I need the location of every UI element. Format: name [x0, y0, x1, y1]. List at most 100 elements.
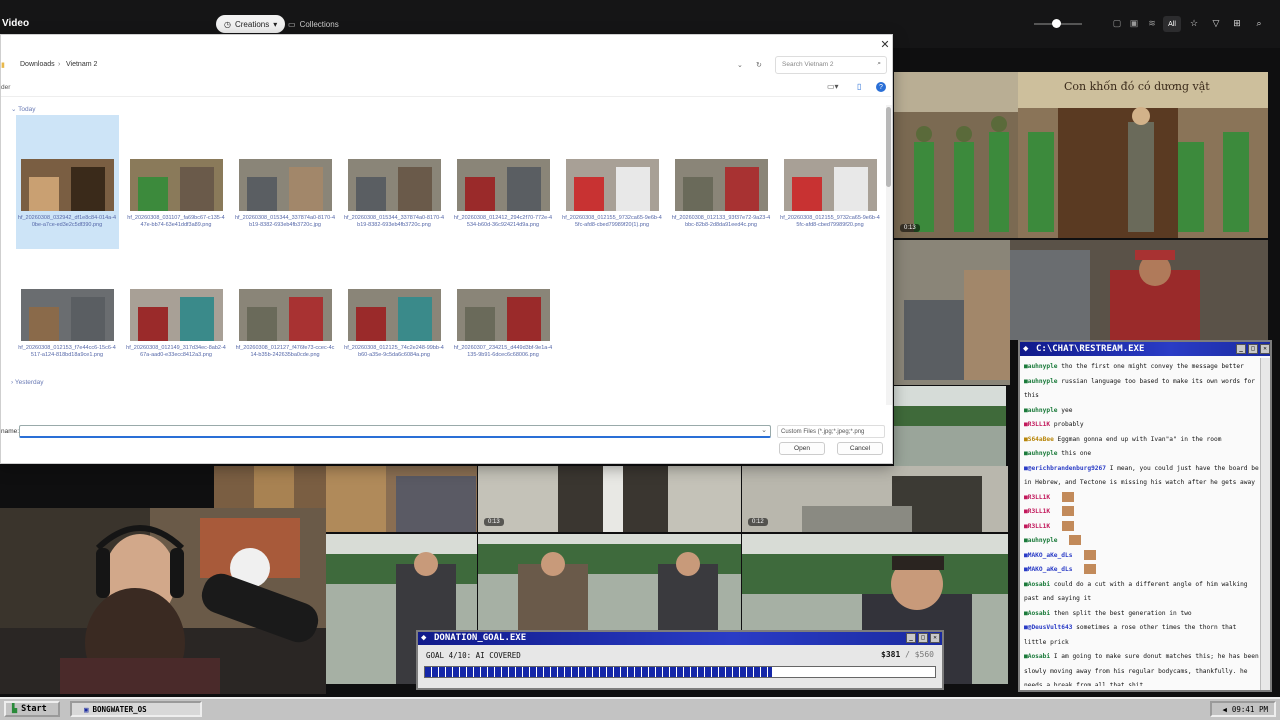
chat-username[interactable]: @DeusVult643: [1028, 624, 1076, 631]
chat-username[interactable]: Aosabi: [1028, 581, 1054, 588]
cancel-button[interactable]: Cancel: [837, 442, 883, 455]
maximize-button[interactable]: □: [1248, 344, 1258, 354]
file-thumbnail[interactable]: hf_20260307_234215_d449d3bf-9e1a-4135-9b…: [453, 289, 553, 379]
chat-username[interactable]: auhnyple: [1028, 407, 1062, 414]
window-icon: ◆: [421, 633, 427, 643]
collections-button[interactable]: ▭ Collections: [280, 15, 347, 33]
taskbar-item-label: BONGWATER_OS: [92, 704, 147, 714]
file-preview-image: [784, 159, 877, 211]
chat-message: ■R3LL1K: [1024, 491, 1260, 506]
file-thumbnail[interactable]: hf_20260308_012149_317d34ec-8ab2-467a-aa…: [126, 289, 226, 379]
file-thumbnail[interactable]: hf_20260308_015344_337874a0-8170-4b19-83…: [344, 159, 444, 249]
breadcrumb-downloads[interactable]: Downloads: [20, 61, 55, 68]
gallery-image-soldiers-walking[interactable]: [326, 466, 477, 532]
history-icon: ◷: [224, 19, 231, 29]
preview-pane-icon[interactable]: ▯: [857, 82, 861, 91]
audio-filter-icon[interactable]: ≋: [1145, 16, 1159, 30]
chat-titlebar[interactable]: ◆ C:\CHAT\RESTREAM.EXE _ □ ✕: [1020, 342, 1270, 356]
gallery-image-old-man[interactable]: [1010, 240, 1268, 340]
emote-icon: [1069, 535, 1082, 545]
chat-username[interactable]: @erichbrandenburg9267: [1028, 465, 1110, 472]
gallery-image-trash-left[interactable]: [894, 240, 1010, 385]
chat-text: tho the first one might convey the messa…: [1061, 363, 1244, 370]
open-button[interactable]: Open: [779, 442, 825, 455]
refresh-icon[interactable]: ↻: [756, 61, 762, 69]
chat-username[interactable]: R3LL1K: [1028, 523, 1054, 530]
donation-titlebar[interactable]: ◆ DONATION_GOAL.EXE _ □ ✕: [418, 632, 942, 645]
file-name: hf_20260308_012155_9732ca65-9e6b-45fc-af…: [562, 215, 662, 228]
file-thumbnail[interactable]: hf_20260308_012153_f7e44cc6-15c6-4517-a1…: [17, 289, 117, 379]
chat-username[interactable]: R3LL1K: [1028, 421, 1054, 428]
maximize-button[interactable]: □: [918, 633, 928, 643]
close-icon[interactable]: ✕: [878, 37, 892, 51]
chat-username[interactable]: MAKO_aKe_dLs: [1028, 566, 1076, 573]
chat-username[interactable]: Aosabi: [1028, 610, 1054, 617]
image-filter-icon[interactable]: ▢: [1110, 16, 1124, 30]
close-button[interactable]: ✕: [930, 633, 940, 643]
file-thumbnail[interactable]: hf_20260308_015344_337874a0-8170-4b19-83…: [235, 159, 335, 249]
chat-username[interactable]: auhnyple: [1028, 450, 1062, 457]
start-button[interactable]: ▙ Start: [4, 701, 60, 717]
screen: 0:13 Con khốn đó có dương vật 0:12 0:13 …: [0, 0, 1280, 720]
chat-username[interactable]: auhnyple: [1028, 378, 1062, 385]
filetype-value: Custom Files (*.jpg;*.jpeg;*.png: [781, 429, 865, 435]
taskbar: ▙ Start ▣ BONGWATER_OS ◀ 09:41 PM: [0, 697, 1280, 720]
chat-title: C:\CHAT\RESTREAM.EXE: [1036, 344, 1145, 354]
chat-message: ■MAKO_aKe_dLs: [1024, 563, 1260, 578]
file-thumbnail[interactable]: hf_20260308_012155_9732ca65-9e6b-45fc-af…: [562, 159, 662, 249]
all-filter-button[interactable]: All: [1163, 16, 1181, 32]
chat-message: ■Aosabi I am going to make sure donut ma…: [1024, 650, 1260, 686]
speaker-icon[interactable]: ◀: [1222, 705, 1227, 714]
chat-text: I am going to make sure donut matches th…: [1024, 653, 1259, 686]
dialog-toolbar: der ▭▾ ▯ ?: [1, 79, 891, 97]
webcam-feed: [0, 508, 326, 694]
gallery-image-street-sign[interactable]: Con khốn đó có dương vật: [1018, 72, 1268, 238]
file-thumbnail[interactable]: hf_20260308_031107_fa69bc67-c135-447e-bb…: [126, 159, 226, 249]
help-icon[interactable]: ?: [876, 82, 886, 92]
file-thumbnail[interactable]: hf_20260308_012412_294c2f70-772e-4534-b6…: [453, 159, 553, 249]
close-button[interactable]: ✕: [1260, 344, 1270, 354]
file-thumbnail[interactable]: hf_20260308_012127_f476fe73-ccec-4c14-b3…: [235, 289, 335, 379]
gallery-image-suit-man-1[interactable]: 0:12: [742, 466, 1008, 532]
file-thumbnail[interactable]: hf_20260308_012155_9732ca65-9e6b-45fc-af…: [780, 159, 880, 249]
chevron-down-icon[interactable]: ⌄: [737, 61, 743, 69]
group-today[interactable]: ⌄ Today: [11, 105, 36, 113]
gallery-image-river-two-men[interactable]: [478, 534, 741, 630]
filename-input[interactable]: ⌄: [19, 425, 771, 438]
grid-icon[interactable]: ⊞: [1230, 16, 1244, 30]
chat-username[interactable]: R3LL1K: [1028, 508, 1054, 515]
street-sign-text: Con khốn đó có dương vật: [1064, 80, 1210, 93]
chat-username[interactable]: Aosabi: [1028, 653, 1054, 660]
breadcrumb-vietnam-2[interactable]: Vietnam 2: [66, 61, 97, 68]
chevron-down-icon[interactable]: ⌄: [761, 426, 767, 434]
chat-scrollbar[interactable]: [1260, 358, 1270, 690]
chat-username[interactable]: R3LL1K: [1028, 494, 1054, 501]
gallery-image-suit-closeup[interactable]: 0:13: [478, 466, 741, 532]
gallery-image-soldiers[interactable]: 0:13: [894, 72, 1018, 238]
size-slider-thumb[interactable]: [1052, 19, 1061, 28]
scrollbar-thumb[interactable]: [886, 107, 891, 187]
taskbar-item-bongwater[interactable]: ▣ BONGWATER_OS: [70, 701, 202, 717]
address-bar[interactable]: ▮ Downloads › Vietnam 2 ⌄ ↻: [1, 55, 891, 75]
filter-icon[interactable]: ▽: [1209, 16, 1223, 30]
video-filter-icon[interactable]: ▣: [1127, 16, 1141, 30]
chat-username[interactable]: MAKO_aKe_dLs: [1028, 552, 1076, 559]
creations-label: Creations: [234, 19, 270, 29]
file-thumbnail[interactable]: hf_20260308_012125_74c2e248-99bb-4b60-a3…: [344, 289, 444, 379]
search-icon[interactable]: ⌕: [1252, 16, 1266, 30]
minimize-button[interactable]: _: [906, 633, 916, 643]
star-icon[interactable]: ☆: [1187, 16, 1201, 30]
chat-username[interactable]: auhnyple: [1028, 363, 1062, 370]
chat-username[interactable]: S64aBee: [1028, 436, 1058, 443]
file-thumbnail[interactable]: hf_20260308_012133_93f37e72-9a23-4bbc-82…: [671, 159, 771, 249]
creations-dropdown[interactable]: ◷ Creations ▾: [216, 15, 286, 33]
minimize-button[interactable]: _: [1236, 344, 1246, 354]
file-name: hf_20260308_012149_317d34ec-8ab2-467a-aa…: [126, 345, 226, 358]
filetype-select[interactable]: Custom Files (*.jpg;*.jpeg;*.png: [777, 425, 885, 438]
search-input[interactable]: Search Vietnam 2 ⌕: [775, 56, 887, 74]
filename-label: name:: [1, 428, 20, 435]
file-thumbnail[interactable]: hf_20260308_032942_df1e8c84-014a-40be-a7…: [17, 159, 117, 249]
chat-username[interactable]: auhnyple: [1028, 537, 1062, 544]
group-yesterday[interactable]: › Yesterday: [11, 379, 44, 386]
view-options-icon[interactable]: ▭▾: [827, 82, 839, 91]
